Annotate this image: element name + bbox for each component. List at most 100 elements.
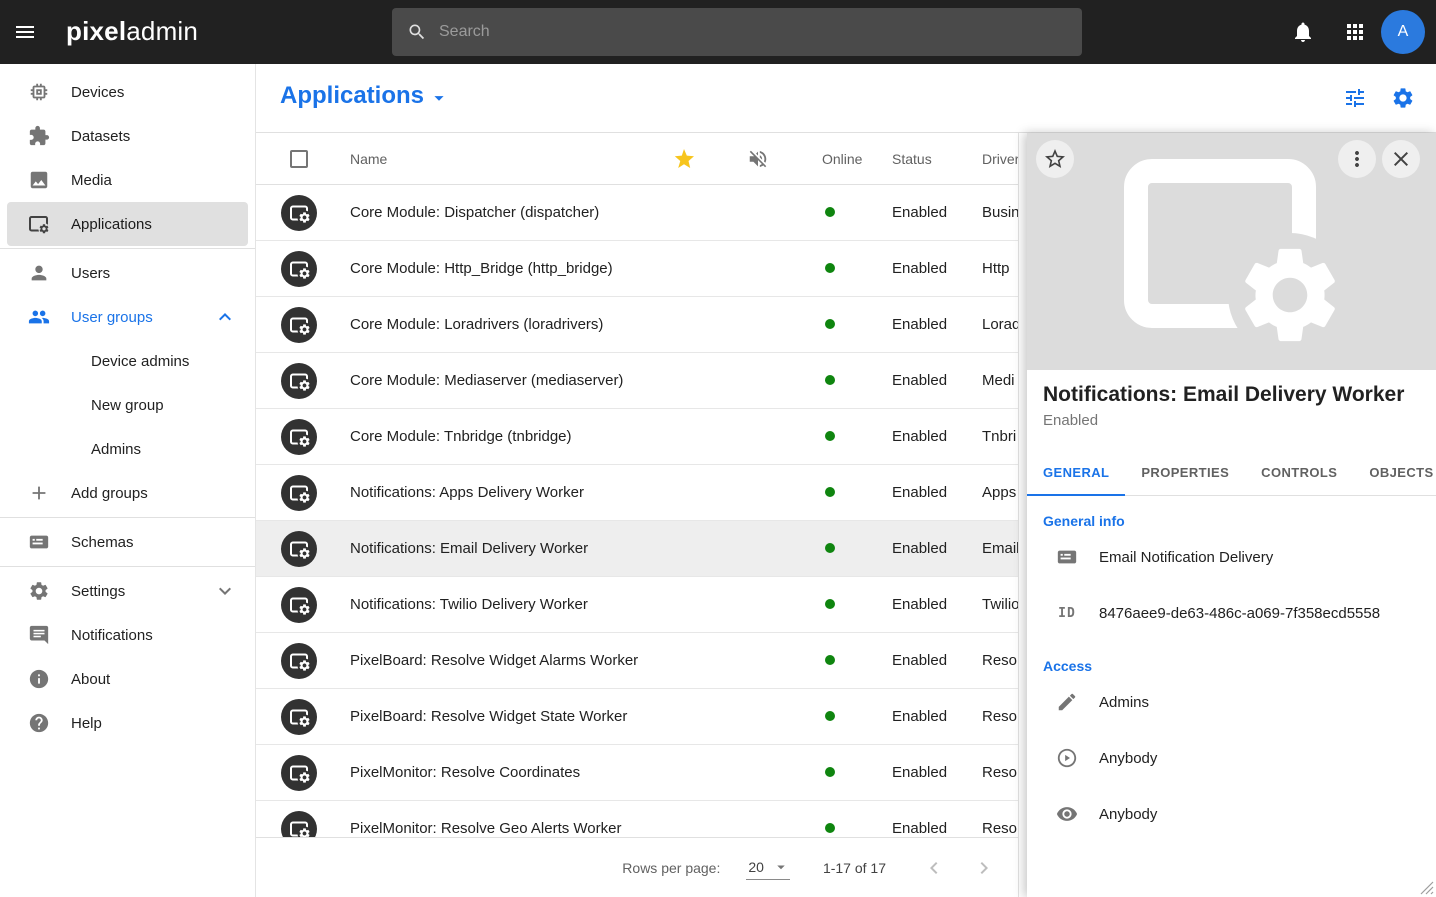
previous-page-icon[interactable]: [922, 856, 946, 880]
column-header-online[interactable]: Online: [795, 151, 865, 167]
avatar-initial: A: [1398, 23, 1409, 41]
sidebar-item-schemas[interactable]: Schemas: [0, 520, 255, 564]
sidebar-divider: [0, 566, 255, 567]
app-row-icon: [281, 307, 317, 343]
filter-tune-icon[interactable]: [1343, 86, 1367, 110]
row-status: Enabled: [865, 316, 955, 333]
page-title: Applications: [280, 82, 424, 110]
select-all-checkbox[interactable]: [290, 150, 308, 168]
resize-handle[interactable]: [1420, 881, 1434, 895]
row-status: Enabled: [865, 652, 955, 669]
settings-gear-icon[interactable]: [1391, 86, 1415, 110]
close-panel-button[interactable]: [1382, 140, 1420, 178]
page-header: Applications: [256, 64, 1436, 133]
sidebar-item-label: Help: [71, 715, 102, 732]
tab-objects[interactable]: OBJECTS: [1353, 450, 1436, 495]
table-row-selected[interactable]: Notifications: Email Delivery Worker Ena…: [256, 521, 1018, 577]
app-logo: pixeladmin: [66, 16, 198, 47]
row-name: Notifications: Email Delivery Worker: [342, 540, 647, 557]
eye-icon: [1055, 803, 1079, 825]
table-row[interactable]: PixelMonitor: Resolve Coordinates Enable…: [256, 745, 1018, 801]
app-hero-icon: [1122, 159, 1342, 344]
row-status: Enabled: [865, 708, 955, 725]
online-dot: [825, 431, 835, 441]
column-header-favorite[interactable]: [647, 147, 721, 171]
logo-light: admin: [126, 16, 198, 46]
table-row[interactable]: PixelBoard: Resolve Widget State Worker …: [256, 689, 1018, 745]
apps-grid-icon[interactable]: [1343, 20, 1367, 44]
sidebar-item-add-groups[interactable]: Add groups: [0, 471, 255, 515]
sidebar-item-label: About: [71, 671, 110, 688]
search-input[interactable]: [427, 8, 1082, 56]
detail-title: Notifications: Email Delivery Worker: [1043, 383, 1420, 407]
table-row[interactable]: Notifications: Twilio Delivery Worker En…: [256, 577, 1018, 633]
online-dot: [825, 263, 835, 273]
sidebar-item-label: Datasets: [71, 128, 130, 145]
sidebar-item-users[interactable]: Users: [0, 251, 255, 295]
schema-value: Email Notification Delivery: [1099, 549, 1273, 566]
sidebar-item-notifications[interactable]: Notifications: [0, 613, 255, 657]
column-header-name[interactable]: Name: [342, 151, 647, 167]
hamburger-menu-icon[interactable]: [13, 20, 37, 44]
row-name: PixelBoard: Resolve Widget State Worker: [342, 708, 647, 725]
sidebar-item-admins[interactable]: Admins: [0, 427, 255, 471]
online-dot: [825, 487, 835, 497]
row-name: PixelMonitor: Resolve Coordinates: [342, 764, 647, 781]
row-status: Enabled: [865, 372, 955, 389]
row-driver: Resol: [955, 764, 1018, 781]
rows-per-page-select[interactable]: 20: [746, 856, 790, 880]
column-header-driver[interactable]: Driver: [955, 151, 1018, 167]
sidebar-item-settings[interactable]: Settings: [0, 569, 255, 613]
table-row[interactable]: Core Module: Loradrivers (loradrivers) E…: [256, 297, 1018, 353]
tab-controls[interactable]: CONTROLS: [1245, 450, 1353, 495]
app-row-icon: [281, 419, 317, 455]
table-row[interactable]: Core Module: Mediaserver (mediaserver) E…: [256, 353, 1018, 409]
rows-per-page-value: 20: [748, 859, 764, 875]
sidebar-item-help[interactable]: Help: [0, 701, 255, 745]
more-options-button[interactable]: [1338, 140, 1376, 178]
volume-off-icon: [747, 148, 769, 170]
row-status: Enabled: [865, 820, 955, 837]
online-dot: [825, 207, 835, 217]
sidebar-item-datasets[interactable]: Datasets: [0, 114, 255, 158]
table-row[interactable]: Notifications: Apps Delivery Worker Enab…: [256, 465, 1018, 521]
column-header-muted[interactable]: [721, 148, 795, 170]
sidebar-item-label: Device admins: [91, 353, 189, 370]
notifications-bell-icon[interactable]: [1291, 20, 1315, 44]
tab-general[interactable]: GENERAL: [1027, 450, 1125, 495]
column-header-status[interactable]: Status: [865, 151, 955, 167]
user-avatar[interactable]: A: [1381, 10, 1425, 54]
sidebar-item-label: Schemas: [71, 534, 134, 551]
sidebar-item-devices[interactable]: Devices: [0, 70, 255, 114]
sidebar-item-user-groups[interactable]: User groups: [0, 295, 255, 339]
tab-properties[interactable]: PROPERTIES: [1125, 450, 1245, 495]
people-icon: [27, 305, 51, 329]
access-value: Anybody: [1099, 806, 1157, 823]
favorite-star-button[interactable]: [1036, 140, 1074, 178]
chevron-down-icon: [213, 579, 237, 603]
applications-table: Name Online Status Driver Core Module: D…: [256, 133, 1019, 897]
page-title-dropdown[interactable]: Applications: [280, 82, 450, 110]
table-row[interactable]: Core Module: Http_Bridge (http_bridge) E…: [256, 241, 1018, 297]
row-status: Enabled: [865, 596, 955, 613]
sidebar-item-label: New group: [91, 397, 164, 414]
access-row-execute: Anybody: [1027, 730, 1436, 786]
row-status: Enabled: [865, 484, 955, 501]
sidebar-item-new-group[interactable]: New group: [0, 383, 255, 427]
sidebar-item-device-admins[interactable]: Device admins: [0, 339, 255, 383]
sidebar-item-media[interactable]: Media: [0, 158, 255, 202]
pagination-bar: Rows per page: 20 1-17 of 17: [256, 837, 1019, 897]
sidebar-item-applications[interactable]: Applications: [7, 202, 248, 246]
detail-panel: Notifications: Email Delivery Worker Ena…: [1027, 133, 1436, 897]
sidebar-item-about[interactable]: About: [0, 657, 255, 701]
id-icon: ID: [1055, 606, 1079, 621]
table-row[interactable]: PixelBoard: Resolve Widget Alarms Worker…: [256, 633, 1018, 689]
table-row[interactable]: Core Module: Tnbridge (tnbridge) Enabled…: [256, 409, 1018, 465]
next-page-icon[interactable]: [972, 856, 996, 880]
app-row-icon: [281, 587, 317, 623]
table-row[interactable]: Core Module: Dispatcher (dispatcher) Ena…: [256, 185, 1018, 241]
row-name: Core Module: Mediaserver (mediaserver): [342, 372, 647, 389]
row-status: Enabled: [865, 540, 955, 557]
online-dot: [825, 711, 835, 721]
sidebar-item-label: User groups: [71, 309, 153, 326]
